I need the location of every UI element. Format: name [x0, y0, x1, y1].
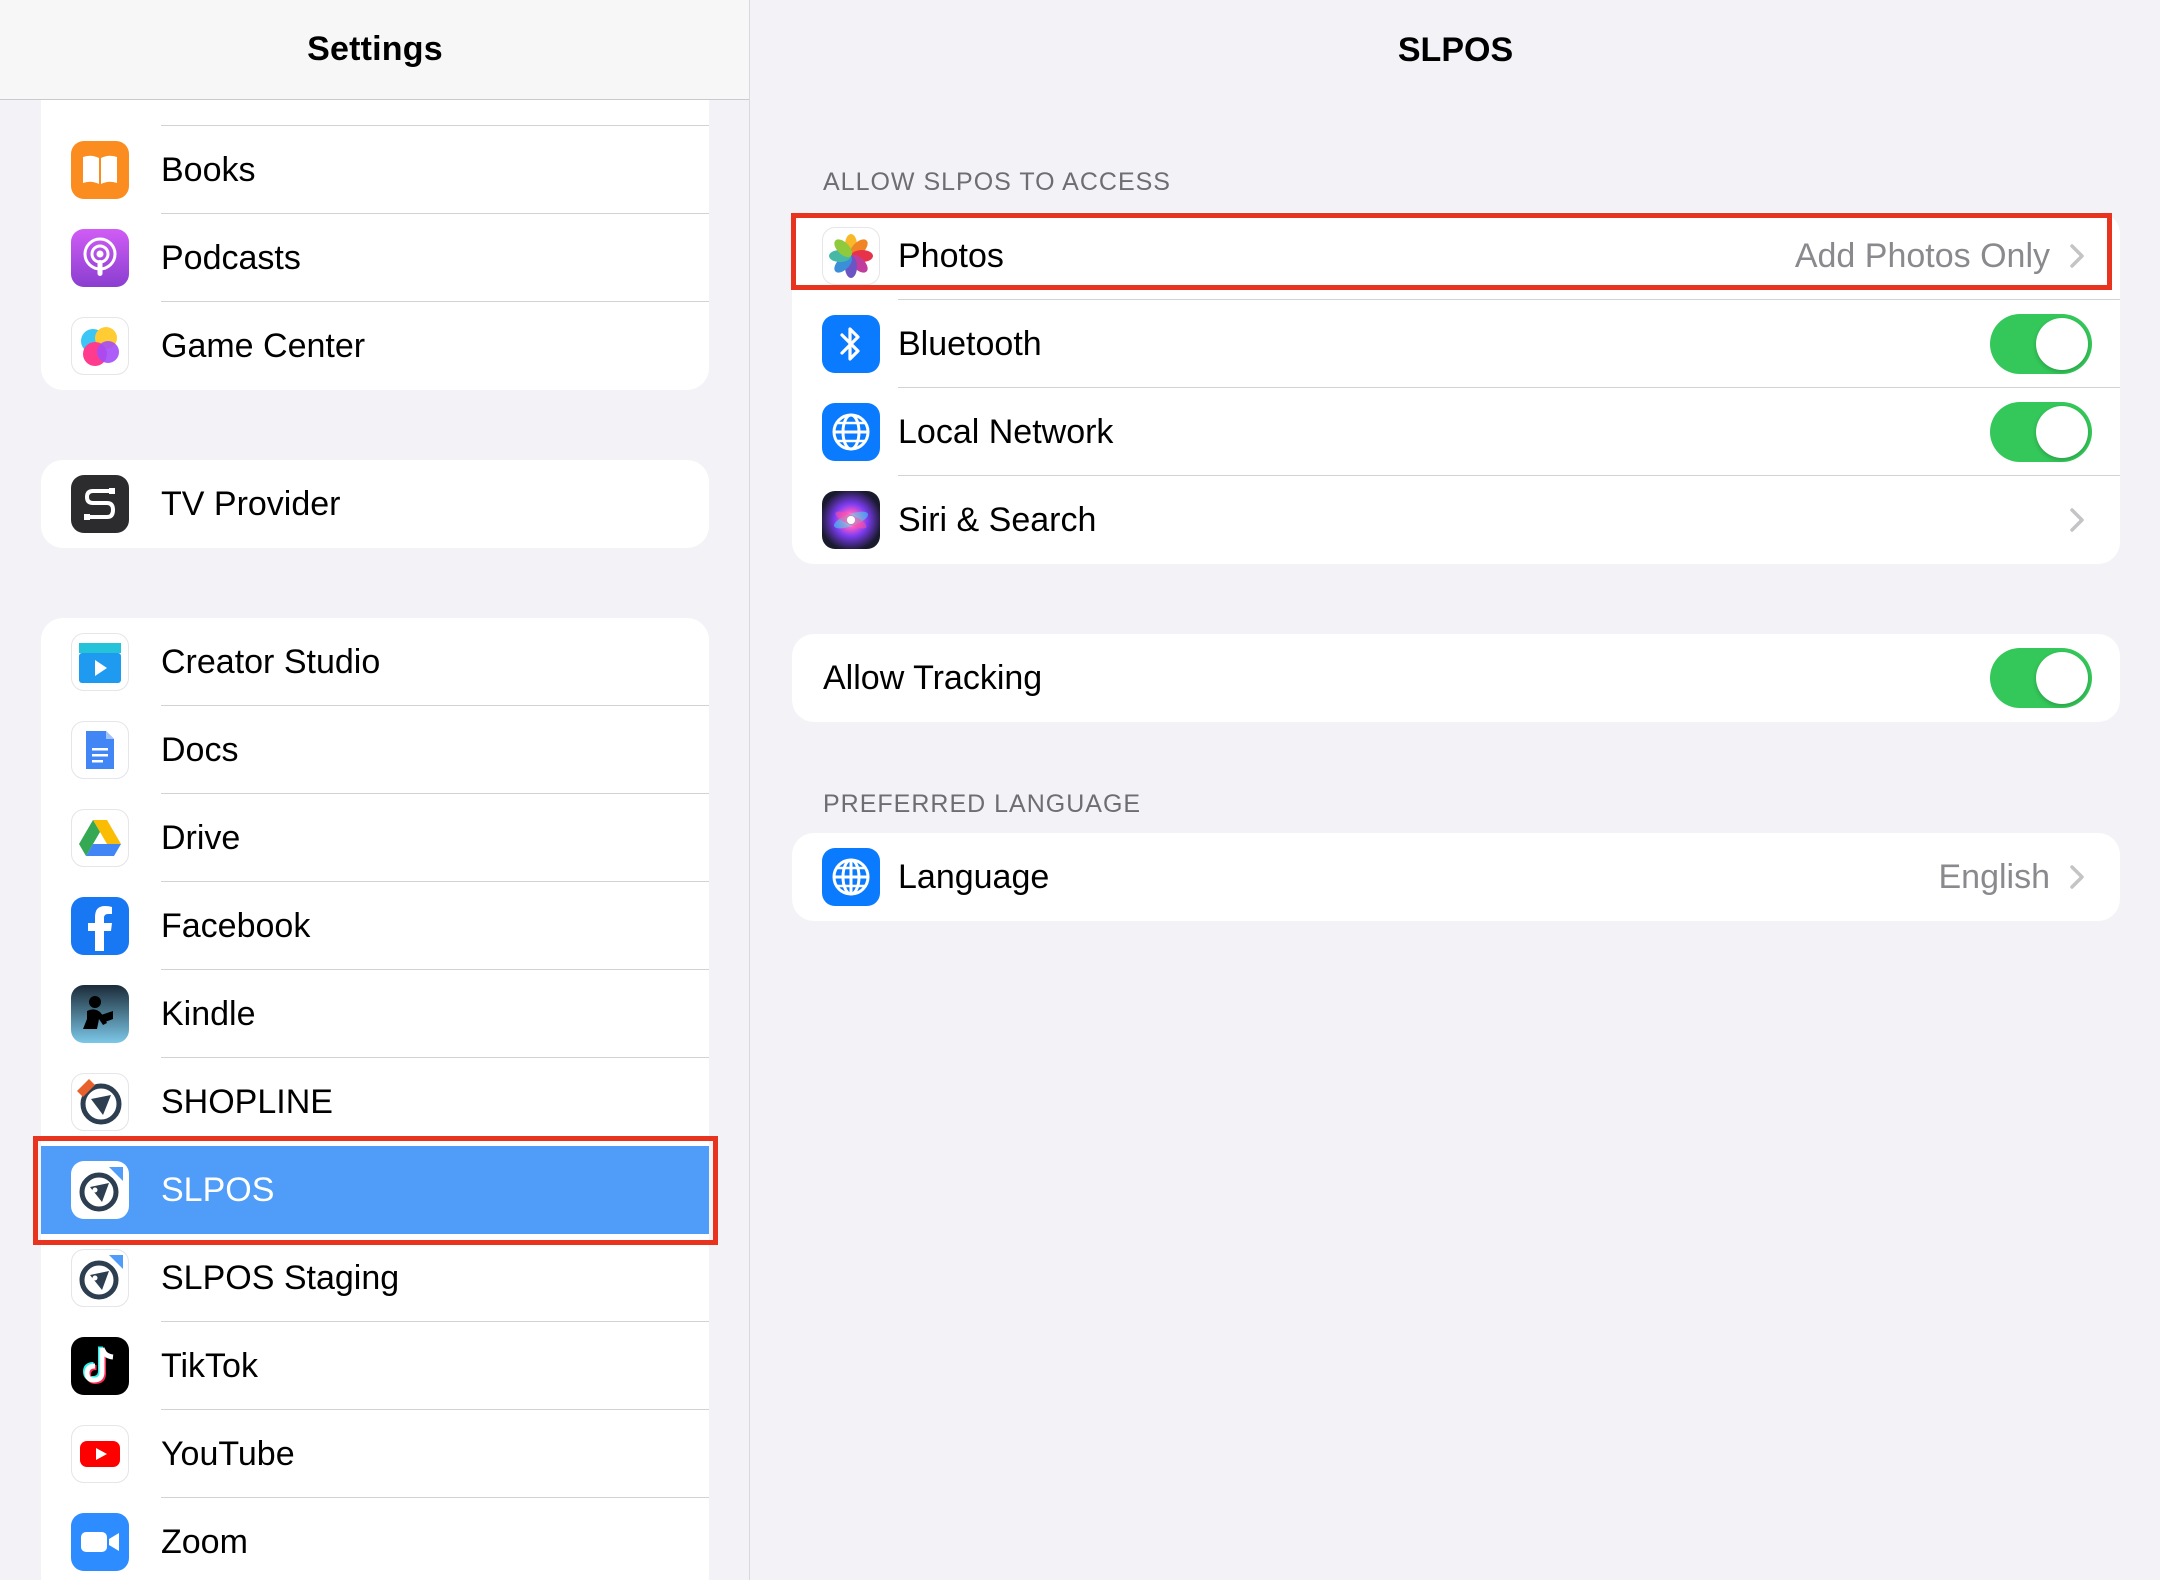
- toggle-knob: [2036, 318, 2088, 370]
- photos-value: Add Photos Only: [1794, 236, 2050, 275]
- sidebar-item-tv-provider[interactable]: TV Provider: [41, 460, 709, 548]
- local-network-toggle[interactable]: [1990, 402, 2092, 462]
- siri-search-label: Siri & Search: [898, 500, 1097, 539]
- bluetooth-icon: [822, 315, 880, 373]
- slpos-staging-icon: [71, 1249, 129, 1307]
- shopline-icon: [71, 1073, 129, 1131]
- sidebar-item-game-center[interactable]: Game Center: [41, 302, 709, 390]
- sidebar-header: Settings: [0, 0, 749, 100]
- toggle-knob: [2036, 406, 2088, 458]
- books-icon: [71, 141, 129, 199]
- sidebar-item-label: SHOPLINE: [161, 1082, 333, 1121]
- sidebar-item-creator-studio[interactable]: Creator Studio: [41, 618, 709, 706]
- globe-icon: [822, 848, 880, 906]
- facebook-icon: [71, 897, 129, 955]
- creator-studio-icon: [71, 633, 129, 691]
- language-row[interactable]: Language English: [792, 833, 2120, 921]
- docs-icon: [71, 721, 129, 779]
- local-network-label: Local Network: [898, 412, 1114, 451]
- sidebar-item-label: Game Center: [161, 326, 366, 365]
- toggle-knob: [2036, 652, 2088, 704]
- sidebar-item-slpos[interactable]: SLPOS: [41, 1146, 709, 1234]
- detail-title: SLPOS: [1397, 30, 1514, 69]
- sidebar-item-slpos-staging[interactable]: SLPOS Staging: [41, 1234, 709, 1322]
- sidebar-item-label: Docs: [161, 730, 239, 769]
- bluetooth-toggle[interactable]: [1990, 314, 2092, 374]
- podcasts-icon: [71, 229, 129, 287]
- sidebar-title: Settings: [307, 30, 443, 68]
- slpos-icon: [71, 1161, 129, 1219]
- sidebar-item-youtube[interactable]: YouTube: [41, 1410, 709, 1498]
- bluetooth-label: Bluetooth: [898, 324, 1042, 363]
- sidebar-item-label: Podcasts: [161, 238, 301, 277]
- access-group: Photos Add Photos Only Bluetooth Local N…: [792, 212, 2120, 564]
- game-center-icon: [71, 317, 129, 375]
- sidebar-item-label: Zoom: [161, 1522, 248, 1561]
- tv-provider-icon: [71, 475, 129, 533]
- sidebar-item-label: Facebook: [161, 906, 311, 945]
- app-settings-detail: SLPOS ALLOW SLPOS TO ACCESS Photos Add P…: [751, 0, 2160, 1580]
- sidebar-item-kindle[interactable]: Kindle: [41, 970, 709, 1058]
- language-value: English: [1938, 857, 2050, 896]
- sidebar-group-apps: Creator Studio Docs Drive Facebook Kindl…: [41, 618, 709, 1580]
- section-label-language: PREFERRED LANGUAGE: [823, 790, 1142, 818]
- local-network-row: Local Network: [792, 388, 2120, 476]
- chevron-right-icon: [2070, 508, 2084, 532]
- sidebar-item-books[interactable]: Books: [41, 126, 709, 214]
- sidebar-item-label: YouTube: [161, 1434, 295, 1473]
- sidebar-item-tiktok[interactable]: TikTok: [41, 1322, 709, 1410]
- chevron-right-icon: [2070, 865, 2084, 889]
- sidebar-item-label: SLPOS Staging: [161, 1258, 400, 1297]
- sidebar-item-facebook[interactable]: Facebook: [41, 882, 709, 970]
- drive-icon: [71, 809, 129, 867]
- sidebar-item-shopline[interactable]: SHOPLINE: [41, 1058, 709, 1146]
- kindle-icon: [71, 985, 129, 1043]
- sidebar-group-tv: TV Provider: [41, 460, 709, 548]
- allow-tracking-row: Allow Tracking: [792, 634, 2120, 722]
- sidebar-item-label: Creator Studio: [161, 642, 381, 681]
- zoom-icon: [71, 1513, 129, 1571]
- allow-tracking-label: Allow Tracking: [823, 658, 1043, 697]
- chevron-right-icon: [2070, 244, 2084, 268]
- sidebar-item-label: Books: [161, 150, 256, 189]
- globe-network-icon: [822, 403, 880, 461]
- sidebar-item-label: Drive: [161, 818, 241, 857]
- sidebar-item-podcasts[interactable]: Podcasts: [41, 214, 709, 302]
- sidebar-item-label: Kindle: [161, 994, 256, 1033]
- language-label: Language: [898, 857, 1050, 896]
- language-group: Language English: [792, 833, 2120, 921]
- sidebar-item-drive[interactable]: Drive: [41, 794, 709, 882]
- allow-tracking-toggle[interactable]: [1990, 648, 2092, 708]
- bluetooth-row: Bluetooth: [792, 300, 2120, 388]
- sidebar-item-label: TV Provider: [161, 484, 341, 523]
- sidebar-item-docs[interactable]: Docs: [41, 706, 709, 794]
- photos-label: Photos: [898, 236, 1004, 275]
- section-label-access: ALLOW SLPOS TO ACCESS: [823, 168, 1171, 196]
- siri-icon: [822, 491, 880, 549]
- photos-row[interactable]: Photos Add Photos Only: [792, 212, 2120, 300]
- photos-icon: [822, 227, 880, 285]
- tracking-group: Allow Tracking: [792, 634, 2120, 722]
- sidebar-group-media: Books Podcasts Game Center: [41, 60, 709, 390]
- settings-sidebar: Settings Books Podcasts Game Center TV P…: [0, 0, 750, 1580]
- tiktok-icon: [71, 1337, 129, 1395]
- sidebar-item-label: TikTok: [161, 1346, 258, 1385]
- detail-header: SLPOS: [751, 0, 2160, 100]
- youtube-icon: [71, 1425, 129, 1483]
- sidebar-item-label: SLPOS: [161, 1170, 275, 1209]
- sidebar-item-zoom[interactable]: Zoom: [41, 1498, 709, 1580]
- siri-search-row[interactable]: Siri & Search: [792, 476, 2120, 564]
